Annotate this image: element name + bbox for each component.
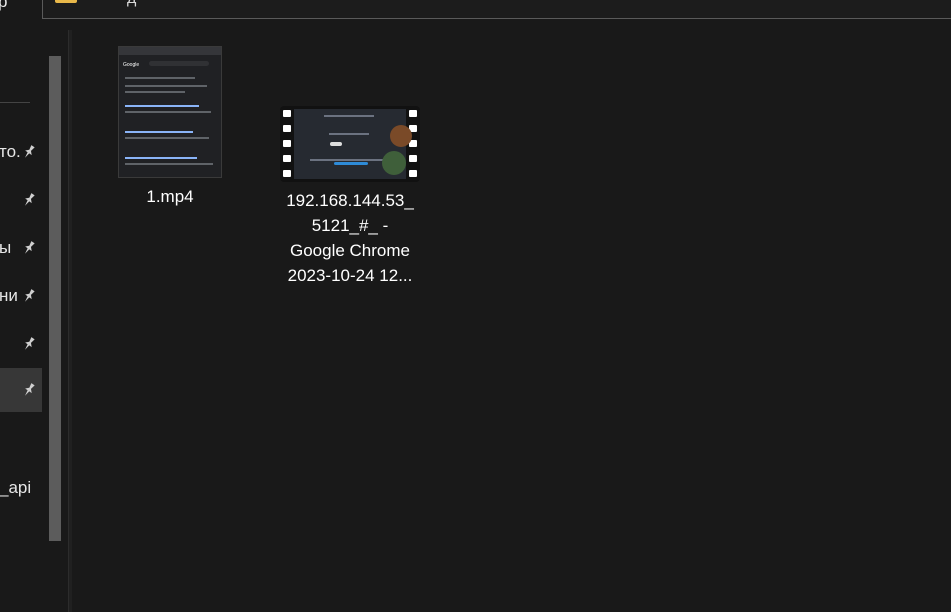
film-hole <box>409 170 417 177</box>
nav-item-folder[interactable]: _api <box>0 466 42 510</box>
video-thumbnail <box>280 106 420 182</box>
file-name: 192.168.144.53_ 5121_#_ - Google Chrome … <box>286 191 414 285</box>
thumbnail-pill <box>330 142 342 146</box>
nav-item-quick-access-1[interactable]: то. <box>0 130 42 174</box>
folder-icon <box>55 0 77 3</box>
nav-divider <box>0 102 30 103</box>
nav-item-label: _api <box>0 478 32 497</box>
thumbnail-line <box>125 91 185 93</box>
thumbnail-logo: Google <box>123 62 140 68</box>
address-strip: р д <box>0 0 951 20</box>
nav-item-quick-access-6[interactable] <box>0 368 42 412</box>
nav-item-quick-access-3[interactable]: ы <box>0 226 42 270</box>
thumbnail-screen <box>294 109 412 179</box>
nav-item-quick-access-4[interactable]: ни <box>0 274 42 318</box>
thumbnail-line <box>125 163 213 165</box>
thumbnail-link <box>125 131 193 133</box>
pin-icon <box>24 289 35 302</box>
pin-icon <box>24 241 35 254</box>
thumbnail-line <box>125 137 209 139</box>
thumbnail-link <box>125 105 199 107</box>
thumbnail-line <box>125 77 195 79</box>
file-name: 1.mp4 <box>146 187 194 206</box>
thumbnail-line <box>125 111 211 113</box>
nav-item-label: ы <box>0 238 12 257</box>
address-cut-text: р <box>0 0 8 11</box>
thumbnail-button <box>334 162 368 166</box>
breadcrumb[interactable]: д <box>127 0 136 8</box>
nav-item-label: то. <box>0 142 21 161</box>
thumbnail-line <box>310 159 390 161</box>
nav-item-label: ни <box>0 286 18 305</box>
pin-icon <box>24 193 35 206</box>
nav-item-quick-access-5[interactable] <box>0 322 42 366</box>
thumbnail-line <box>324 115 374 117</box>
thumbnail-orb <box>390 125 412 147</box>
thumbnail-link <box>125 157 197 159</box>
thumbnail-orb <box>382 151 406 175</box>
film-hole <box>409 110 417 117</box>
film-hole <box>283 110 291 117</box>
pin-icon <box>24 383 35 396</box>
address-bar[interactable]: д <box>42 0 951 19</box>
film-hole <box>409 155 417 162</box>
nav-item-quick-access-2[interactable] <box>0 178 42 222</box>
video-thumbnail: Google <box>118 46 222 178</box>
nav-scrollbar-thumb[interactable] <box>49 56 61 541</box>
film-hole <box>283 125 291 132</box>
pin-icon <box>24 145 35 158</box>
navigation-pane: то. ы ни _api <box>0 20 42 612</box>
file-item-1[interactable]: Google 1.mp4 <box>100 46 240 209</box>
thumbnail-line <box>125 85 207 87</box>
pane-splitter[interactable] <box>68 30 72 612</box>
thumbnail-line <box>329 133 369 135</box>
file-item-2[interactable]: 192.168.144.53_ 5121_#_ - Google Chrome … <box>280 106 420 288</box>
thumbnail-browser-chrome <box>119 47 221 55</box>
film-hole <box>283 170 291 177</box>
film-hole <box>283 155 291 162</box>
film-hole <box>283 140 291 147</box>
thumbnail-search-box <box>149 61 209 66</box>
pin-icon <box>24 337 35 350</box>
